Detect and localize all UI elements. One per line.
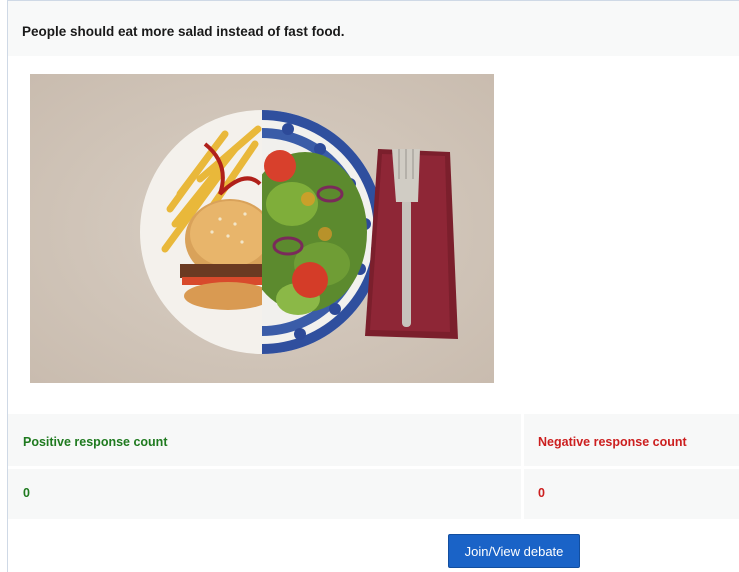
statement-header: People should eat more salad instead of … (8, 1, 739, 56)
negative-response-label: Negative response count (538, 435, 687, 449)
join-view-debate-button[interactable]: Join/View debate (448, 534, 580, 568)
debate-image (30, 74, 494, 383)
negative-value-cell: 0 (524, 469, 739, 519)
debate-statement: People should eat more salad instead of … (22, 24, 345, 39)
image-container (8, 56, 739, 414)
positive-response-count: 0 (23, 486, 30, 500)
negative-response-count: 0 (538, 486, 545, 500)
response-counts: Positive response count Negative respons… (8, 414, 739, 519)
negative-header-cell: Negative response count (524, 414, 739, 466)
positive-value-cell: 0 (8, 469, 521, 519)
positive-header-cell: Positive response count (8, 414, 521, 466)
positive-response-label: Positive response count (23, 435, 168, 449)
debate-card: People should eat more salad instead of … (7, 0, 739, 572)
